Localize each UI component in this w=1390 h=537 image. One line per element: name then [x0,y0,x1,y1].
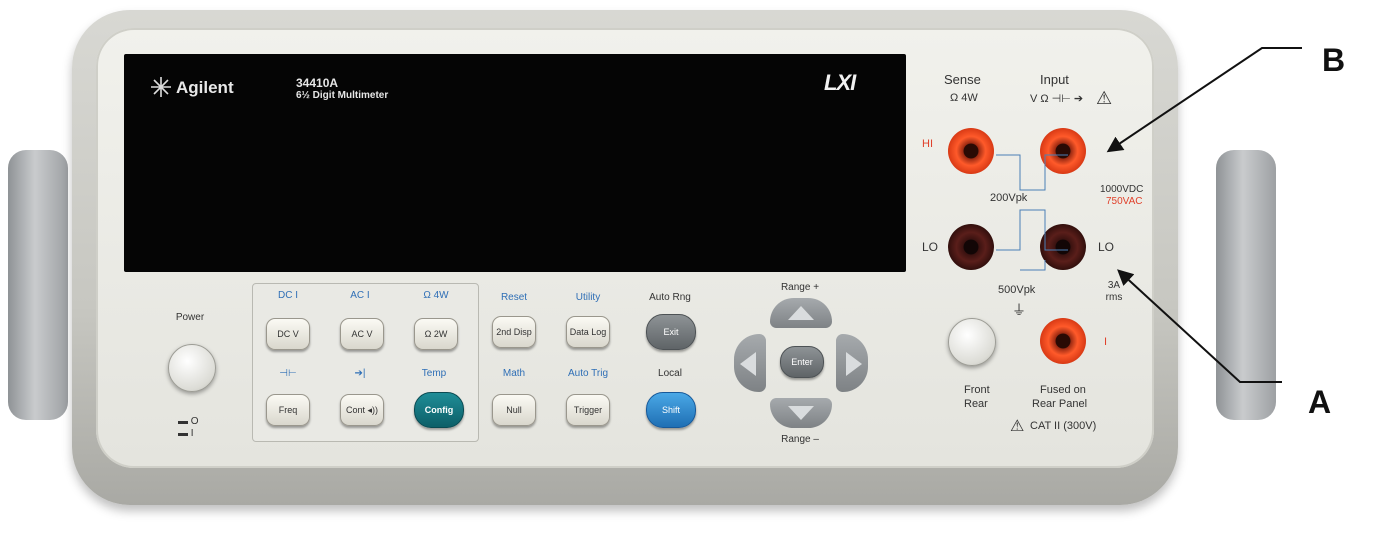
input-label: Input [1040,72,1069,87]
trigger-key[interactable]: Trigger [566,394,610,426]
left-handle [8,150,68,420]
sense-sub-label: Ω 4W [950,92,978,104]
dcv-key[interactable]: DC V [266,318,310,350]
arrow-left-icon [738,350,758,383]
cat-rating-label: CAT II (300V) [1030,420,1097,432]
power-button[interactable] [168,344,216,392]
range-plus-label: Range + [780,282,820,293]
local-label: Local [658,368,682,379]
terminal-guide-lines [996,154,1068,271]
dci-label: DC I [278,290,298,301]
data-log-key[interactable]: Data Log [566,316,610,348]
ground-icon: ⏚ [1012,302,1026,318]
aci-label: AC I [350,290,370,301]
model-description: 6½ Digit Multimeter [296,90,389,101]
freq-key[interactable]: Freq [266,394,310,426]
config-key[interactable]: Config [414,392,464,428]
diode-label: ➔| [354,368,366,379]
arrow-up-icon [786,304,816,327]
fused-label-line1: Fused on [1040,384,1086,396]
front-label: Front [964,384,990,396]
model-number: 34410A [296,76,339,90]
power-label: Power [175,312,205,323]
sense-label: Sense [944,72,981,87]
input-sub-label: V Ω ⊣⊢ ➔ [1030,93,1084,105]
second-display-key[interactable]: 2nd Disp [492,316,536,348]
power-off-symbol: ▬ I [178,428,194,439]
shift-key[interactable]: Shift [646,392,696,428]
range-minus-label: Range – [781,434,819,445]
reset-label: Reset [500,292,528,303]
fused-label-line2: Rear Panel [1032,398,1088,410]
enter-key[interactable]: Enter [780,346,824,378]
brand-name: Agilent [176,78,234,97]
ohm2w-key[interactable]: Ω 2W [414,318,458,350]
callout-b-label: B [1322,42,1346,78]
rear-label: Rear [964,398,988,410]
cat-warning-icon: ⚠ [1010,418,1025,435]
null-key[interactable]: Null [492,394,536,426]
utility-label: Utility [575,292,601,303]
vpk-500-label: 500Vpk [998,284,1036,296]
current-terminal[interactable] [1040,318,1086,364]
callout-a-label: A [1308,384,1332,420]
auto-range-label: Auto Rng [649,292,691,303]
acv-key[interactable]: AC V [340,318,384,350]
hi-label: HI [922,138,933,150]
arrow-down-icon [786,404,816,427]
auto-trig-label: Auto Trig [567,368,609,379]
ohm4w-label: Ω 4W [423,290,449,301]
callout-arrows [1106,47,1302,383]
lxi-logo: LXI [824,70,856,95]
cont-key[interactable]: Cont ◂)) [340,394,384,426]
display-screen: Agilent 34410A 6½ Digit Multimeter LXI [124,54,906,272]
agilent-logo-icon [150,76,172,98]
capacitance-label: ⊣⊢ [279,368,297,379]
exit-key[interactable]: Exit [646,314,696,350]
arrow-right-icon [844,350,864,383]
front-rear-switch[interactable] [948,318,996,366]
math-label: Math [502,368,526,379]
temp-label: Temp [421,368,447,379]
power-on-symbol: ▬ O [178,416,199,427]
